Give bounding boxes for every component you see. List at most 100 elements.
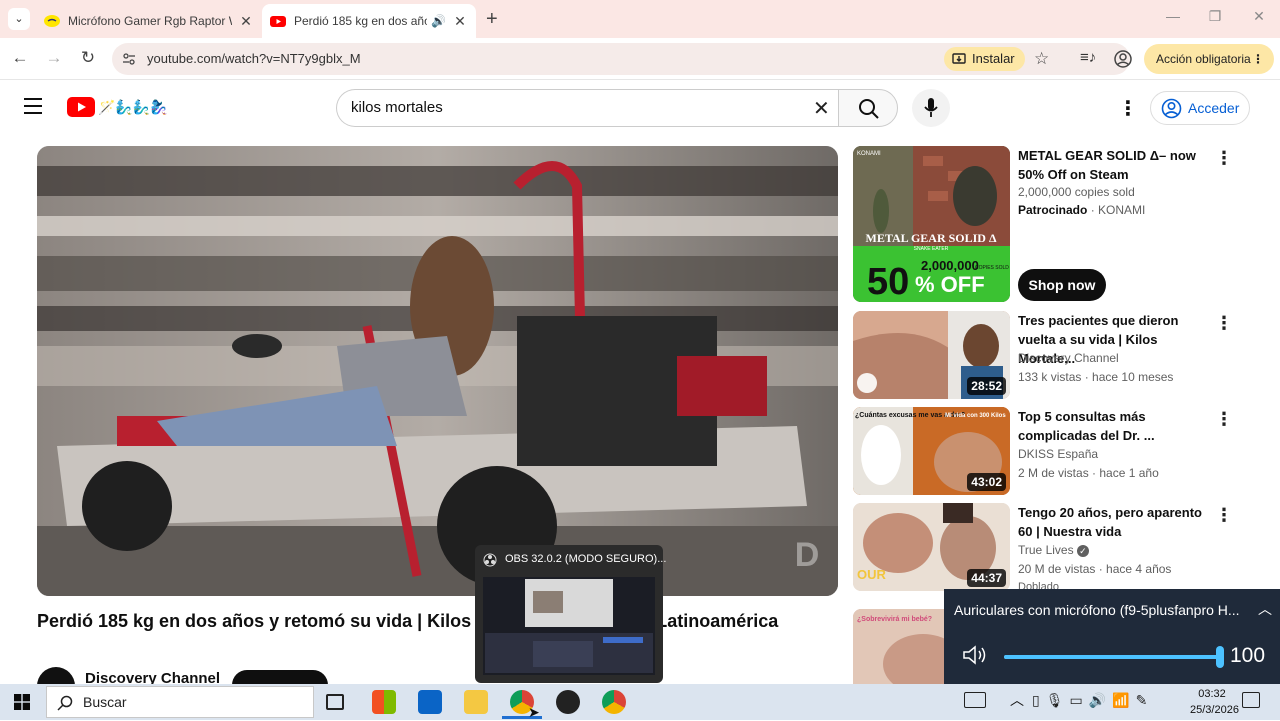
windows-taskbar: Buscar ➤ ︿ ▯🎙▭🔊📶✎ 03:32 25/3/2026 bbox=[0, 684, 1280, 720]
more-options-icon[interactable]: ⋮ bbox=[1215, 313, 1233, 334]
taskbar-search-input[interactable]: Buscar bbox=[46, 686, 314, 718]
speaker-volume-icon[interactable] bbox=[962, 644, 988, 666]
url-text: youtube.com/watch?v=NT7y9gblx_M bbox=[147, 51, 361, 66]
obs-window-title: OBS 32.0.2 (MODO SEGURO)... bbox=[505, 553, 667, 565]
ad-copies-label: COPIES SOLD bbox=[975, 265, 1009, 271]
mouse-cursor-icon: ➤ bbox=[528, 704, 540, 720]
ad-thumbnail[interactable]: METAL GEAR SOLID Δ SNAKE EATER 50 % OFF … bbox=[853, 146, 1010, 302]
ad-brand-mark: KONAMI bbox=[857, 151, 881, 157]
browser-toolbar: ← → ↻ youtube.com/watch?v=NT7y9gblx_M In… bbox=[0, 38, 1280, 80]
ad-sale-suffix: % OFF bbox=[915, 272, 985, 297]
search-icon bbox=[859, 99, 879, 119]
mercadolibre-favicon-icon bbox=[44, 15, 60, 27]
search-icon bbox=[57, 695, 73, 711]
address-bar[interactable]: youtube.com/watch?v=NT7y9gblx_M Instalar… bbox=[112, 43, 1130, 75]
ad-copies-number: 2,000,000 bbox=[921, 258, 979, 273]
ad-game-logo: METAL GEAR SOLID Δ bbox=[866, 231, 997, 245]
close-window-button[interactable]: ✕ bbox=[1244, 8, 1274, 25]
channel-name[interactable]: True Lives ✓ bbox=[1018, 541, 1089, 559]
browser-tab-strip: ⌄ Micrófono Gamer Rgb Raptor W ✕ Perdió … bbox=[0, 0, 1280, 38]
volume-slider[interactable] bbox=[1004, 646, 1224, 668]
profile-icon[interactable] bbox=[1114, 50, 1132, 68]
microsoft-store-icon[interactable] bbox=[372, 690, 396, 714]
youtube-logo[interactable]: 🪄🧞‍♂️🧞‍♂️🧞‍♀️ bbox=[67, 96, 168, 118]
ad-thumbnail-art: METAL GEAR SOLID Δ SNAKE EATER 50 % OFF … bbox=[853, 146, 1010, 302]
video-player[interactable]: D bbox=[37, 146, 838, 596]
forward-arrow-icon[interactable]: → bbox=[43, 48, 65, 68]
audio-device-name: Auriculares con micrófono (f9-5plusfanpr… bbox=[954, 602, 1240, 618]
voice-search-button[interactable] bbox=[912, 89, 950, 127]
audio-playing-icon[interactable]: 🔊 bbox=[431, 14, 446, 28]
outlook-icon[interactable] bbox=[418, 690, 442, 714]
tab-microfono[interactable]: Micrófono Gamer Rgb Raptor W ✕ bbox=[36, 4, 262, 38]
file-explorer-icon[interactable] bbox=[464, 690, 488, 714]
youtube-logo-icon bbox=[67, 97, 95, 117]
discovery-watermark: D bbox=[795, 536, 820, 574]
back-arrow-icon[interactable]: ← bbox=[9, 48, 31, 68]
recommended-video[interactable]: OUR 44:37 Tengo 20 años, pero aparento 6… bbox=[853, 503, 1233, 591]
sign-in-button[interactable]: Acceder bbox=[1150, 91, 1250, 125]
video-thumbnail[interactable]: 28:52 bbox=[853, 311, 1010, 399]
recommended-video[interactable]: 28:52 Tres pacientes que dieron vuelta a… bbox=[853, 311, 1233, 401]
system-clock[interactable]: 03:32 25/3/2026 bbox=[1190, 686, 1239, 718]
video-title[interactable]: Top 5 consultas más complicadas del Dr. … bbox=[1018, 407, 1210, 445]
video-thumbnail[interactable]: ¿Cuántas excusas me vas a dar? Mi vida c… bbox=[853, 407, 1010, 495]
audio-device-flyout[interactable]: Auriculares con micrófono (f9-5plusfanpr… bbox=[944, 589, 1280, 684]
channel-name[interactable]: Discovery Channel bbox=[1018, 349, 1119, 367]
ad-sponsor-line: Patrocinado · KONAMI bbox=[1018, 203, 1146, 217]
channel-name[interactable]: DKISS España bbox=[1018, 445, 1098, 463]
expand-chevron-icon[interactable]: ︿ bbox=[1258, 599, 1272, 619]
obs-studio-icon[interactable] bbox=[556, 690, 580, 714]
hamburger-menu-icon[interactable] bbox=[24, 98, 42, 114]
video-stats: 2 M de vistas · hace 1 año bbox=[1018, 466, 1159, 480]
ad-title[interactable]: METAL GEAR SOLID Δ– now 50% Off on Steam bbox=[1018, 146, 1210, 184]
shop-now-button[interactable]: Shop now bbox=[1018, 269, 1106, 301]
video-thumbnail[interactable]: OUR 44:37 bbox=[853, 503, 1010, 591]
search-button[interactable] bbox=[838, 89, 898, 127]
bookmark-star-icon[interactable]: ☆ bbox=[1034, 49, 1049, 69]
volume-slider-thumb[interactable] bbox=[1216, 646, 1224, 668]
keyboard-icon[interactable] bbox=[964, 692, 986, 708]
tab-youtube-video[interactable]: Perdió 185 kg en dos años y r 🔊 ✕ bbox=[262, 4, 476, 38]
chrome-icon[interactable] bbox=[602, 690, 626, 714]
more-options-icon[interactable]: ⋮ bbox=[1215, 148, 1233, 169]
notifications-icon[interactable] bbox=[1242, 692, 1260, 708]
sponsored-ad-card[interactable]: METAL GEAR SOLID Δ SNAKE EATER 50 % OFF … bbox=[853, 146, 1233, 304]
install-icon bbox=[952, 53, 966, 64]
minimize-button[interactable]: — bbox=[1158, 8, 1188, 24]
volume-slider-fill bbox=[1004, 655, 1220, 659]
video-stats: 20 M de vistas · hace 4 años bbox=[1018, 562, 1172, 576]
close-tab-icon[interactable]: ✕ bbox=[238, 13, 254, 30]
tab-search-button[interactable]: ⌄ bbox=[8, 8, 30, 30]
video-frame: D bbox=[37, 146, 838, 596]
video-title[interactable]: Tengo 20 años, pero aparento 60 | Nuestr… bbox=[1018, 503, 1210, 541]
search-input[interactable]: kilos mortales ✕ bbox=[336, 89, 838, 127]
more-options-icon[interactable]: ⋮ bbox=[1215, 409, 1233, 430]
required-action-button[interactable]: Acción obligatoria ⋮ bbox=[1144, 44, 1274, 74]
duration-badge: 44:37 bbox=[967, 569, 1006, 587]
site-info-icon[interactable] bbox=[122, 52, 136, 66]
settings-more-icon[interactable]: ⋮ bbox=[1118, 96, 1138, 121]
windows-start-icon[interactable] bbox=[14, 694, 30, 710]
doodle-emoji: 🪄🧞‍♂️🧞‍♂️🧞‍♀️ bbox=[98, 98, 168, 115]
show-hidden-icons-icon[interactable]: ︿ bbox=[1010, 690, 1024, 710]
youtube-favicon-icon bbox=[270, 16, 286, 27]
new-tab-button[interactable]: + bbox=[486, 8, 498, 31]
task-view-icon[interactable] bbox=[326, 694, 344, 710]
thumb-channel-logo: OUR bbox=[857, 567, 887, 582]
tray-icons[interactable]: ▯🎙▭🔊📶✎ bbox=[1032, 692, 1153, 709]
restore-button[interactable]: ❐ bbox=[1200, 8, 1230, 25]
more-options-icon[interactable]: ⋮ bbox=[1215, 505, 1233, 526]
reload-icon[interactable]: ↻ bbox=[77, 48, 99, 68]
thumb-caption-right: Mi vida con 300 Kilos bbox=[945, 413, 1006, 419]
recommended-video[interactable]: ¿Cuántas excusas me vas a dar? Mi vida c… bbox=[853, 407, 1233, 497]
duration-badge: 43:02 bbox=[967, 473, 1006, 491]
obs-taskbar-preview[interactable]: OBS 32.0.2 (MODO SEGURO)... bbox=[475, 545, 667, 683]
thumb-caption: ¿Sobrevivirá mi bebé? bbox=[857, 616, 932, 623]
install-app-button[interactable]: Instalar bbox=[944, 47, 1025, 71]
obs-icon bbox=[483, 553, 497, 567]
close-tab-icon[interactable]: ✕ bbox=[452, 13, 468, 30]
media-controls-icon[interactable]: ≡♪ bbox=[1080, 49, 1096, 66]
duration-badge: 28:52 bbox=[967, 377, 1006, 395]
clear-search-icon[interactable]: ✕ bbox=[813, 96, 830, 121]
